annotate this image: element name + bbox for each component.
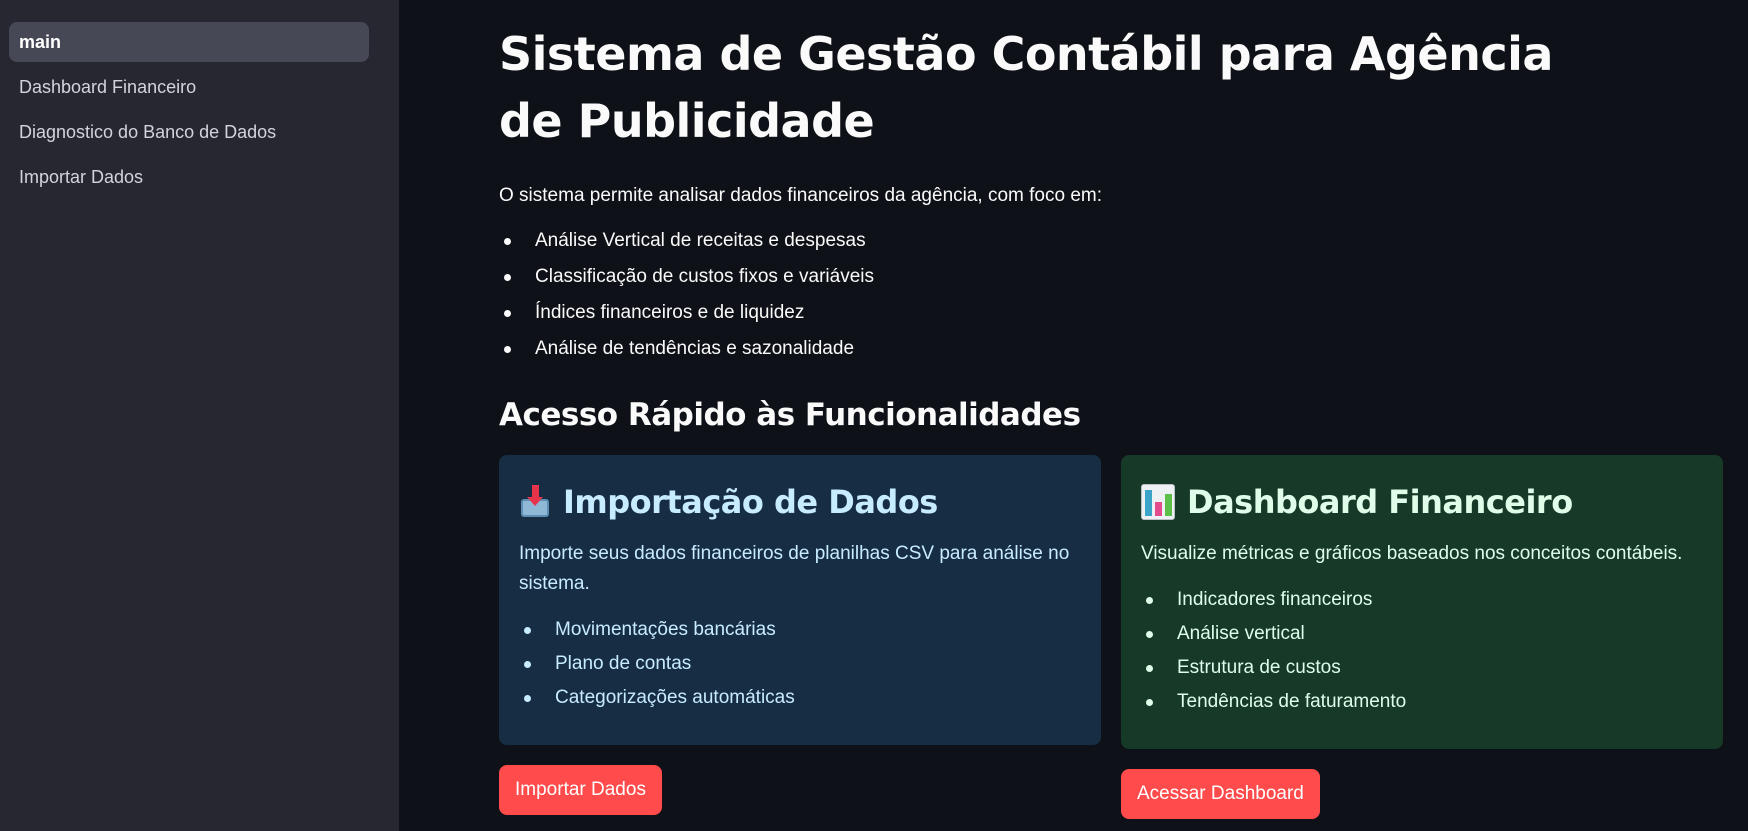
quick-access-cards: Importação de Dados Importe seus dados f…	[499, 455, 1724, 819]
sidebar-item-importar-dados[interactable]: Importar Dados	[9, 157, 369, 197]
dashboard-card-header: Dashboard Financeiro	[1141, 483, 1703, 521]
dashboard-card: Dashboard Financeiro Visualize métricas …	[1121, 455, 1723, 749]
list-item: Tendências de faturamento	[1141, 685, 1703, 719]
sidebar-item-diagnostico[interactable]: Diagnostico do Banco de Dados	[9, 112, 369, 152]
import-card-title: Importação de Dados	[563, 483, 938, 521]
import-card: Importação de Dados Importe seus dados f…	[499, 455, 1101, 745]
inbox-tray-icon	[519, 485, 551, 519]
dashboard-column: Dashboard Financeiro Visualize métricas …	[1121, 455, 1723, 819]
page-title: Sistema de Gestão Contábil para Agência …	[499, 27, 1553, 148]
import-card-list: Movimentações bancárias Plano de contas …	[519, 613, 1081, 715]
dashboard-card-list: Indicadores financeiros Análise vertical…	[1141, 583, 1703, 719]
sidebar-item-main[interactable]: main	[9, 22, 369, 62]
list-item: Indicadores financeiros	[1141, 583, 1703, 617]
list-item: Movimentações bancárias	[519, 613, 1081, 647]
feature-list: Análise Vertical de receitas e despesas …	[499, 223, 1748, 367]
list-item: Análise vertical	[1141, 617, 1703, 651]
import-column: Importação de Dados Importe seus dados f…	[499, 455, 1101, 819]
list-item: Análise Vertical de receitas e despesas	[499, 223, 1748, 259]
import-card-description: Importe seus dados financeiros de planil…	[519, 543, 1070, 594]
dashboard-card-title: Dashboard Financeiro	[1187, 483, 1573, 521]
section-title: Acesso Rápido às Funcionalidades	[499, 397, 1081, 433]
importar-dados-button[interactable]: Importar Dados	[499, 765, 662, 815]
import-card-header: Importação de Dados	[519, 483, 1081, 521]
intro-text: O sistema permite analisar dados finance…	[499, 185, 1103, 206]
list-item: Índices financeiros e de liquidez	[499, 295, 1748, 331]
sidebar-item-dashboard-financeiro[interactable]: Dashboard Financeiro	[9, 67, 369, 107]
dashboard-card-description: Visualize métricas e gráficos baseados n…	[1141, 543, 1683, 564]
list-item: Plano de contas	[519, 647, 1081, 681]
main-content: Sistema de Gestão Contábil para Agência …	[399, 0, 1748, 831]
list-item: Estrutura de custos	[1141, 651, 1703, 685]
acessar-dashboard-button[interactable]: Acessar Dashboard	[1121, 769, 1320, 819]
bar-chart-icon	[1141, 484, 1175, 520]
list-item: Classificação de custos fixos e variávei…	[499, 259, 1748, 295]
app-root: main Dashboard Financeiro Diagnostico do…	[0, 0, 1748, 831]
list-item: Análise de tendências e sazonalidade	[499, 331, 1748, 367]
list-item: Categorizações automáticas	[519, 681, 1081, 715]
sidebar: main Dashboard Financeiro Diagnostico do…	[0, 0, 399, 831]
